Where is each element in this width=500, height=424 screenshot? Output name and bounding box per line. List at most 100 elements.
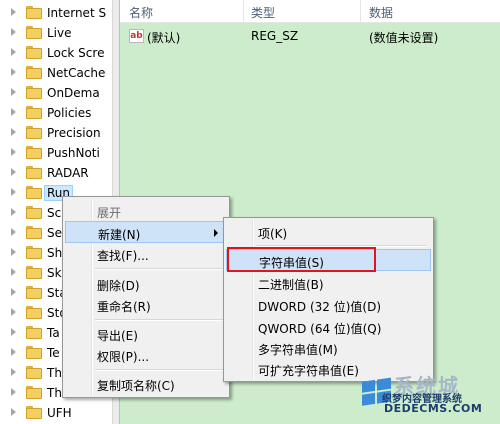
column-header-type[interactable]: 类型 — [251, 4, 275, 21]
tree-item[interactable]: Live — [0, 23, 112, 43]
tree-item-label: NetCache — [47, 66, 106, 80]
folder-icon — [26, 166, 42, 179]
tree-item-label: Th — [47, 386, 62, 400]
expand-arrow-icon[interactable] — [11, 208, 16, 216]
expand-arrow-icon[interactable] — [11, 328, 16, 336]
menu-item-label: 可扩充字符串值(E) — [258, 364, 359, 378]
submenu-item-qword-value[interactable]: QWORD (64 位)值(Q) — [226, 316, 431, 338]
value-data: (数值未设置) — [369, 31, 439, 45]
menu-item-copy-key-name[interactable]: 复制项名称(C) — [65, 373, 227, 395]
tree-item[interactable]: OnDema — [0, 83, 112, 103]
column-divider[interactable] — [243, 0, 244, 22]
tree-item[interactable]: UFH — [0, 403, 112, 423]
menu-item-label: DWORD (32 位)值(D) — [258, 300, 381, 314]
watermark-domain: DEDECMS.COM — [384, 402, 483, 415]
expand-arrow-icon[interactable] — [11, 88, 16, 96]
value-row-default[interactable]: ab (默认) REG_SZ (数值未设置) — [120, 26, 500, 46]
submenu-arrow-icon — [214, 229, 218, 237]
menu-separator — [95, 319, 225, 321]
menu-item-label: 项(K) — [258, 227, 288, 241]
expand-arrow-icon[interactable] — [11, 388, 16, 396]
menu-item-find[interactable]: 查找(F)... — [65, 243, 227, 265]
submenu-item-binary-value[interactable]: 二进制值(B) — [226, 272, 431, 294]
expand-arrow-icon[interactable] — [11, 408, 16, 416]
tree-item-label: Te — [47, 346, 60, 360]
folder-icon — [26, 366, 42, 379]
menu-item-label: 导出(E) — [97, 329, 138, 343]
menu-item-new[interactable]: 新建(N) — [65, 221, 227, 243]
folder-icon — [26, 306, 42, 319]
tree-item-label: Precision — [47, 126, 101, 140]
menu-separator — [95, 369, 225, 371]
value-type: REG_SZ — [251, 29, 299, 43]
expand-arrow-icon[interactable] — [11, 148, 16, 156]
folder-icon — [26, 206, 42, 219]
tree-item[interactable]: RADAR — [0, 163, 112, 183]
column-divider[interactable] — [360, 0, 361, 22]
expand-arrow-icon[interactable] — [11, 8, 16, 16]
tree-item-label: Sk — [47, 266, 62, 280]
tree-item-label: PushNoti — [47, 146, 100, 160]
expand-arrow-icon[interactable] — [11, 268, 16, 276]
column-header-name[interactable]: 名称 — [129, 4, 153, 21]
menu-item-expand[interactable]: 展开 — [65, 200, 227, 222]
menu-item-label: 复制项名称(C) — [97, 379, 175, 393]
tree-item[interactable]: Internet S — [0, 3, 112, 23]
tree-item-label: Live — [47, 26, 72, 40]
folder-icon — [26, 406, 42, 419]
menu-item-label: 二进制值(B) — [258, 278, 324, 292]
expand-arrow-icon[interactable] — [11, 48, 16, 56]
menu-item-delete[interactable]: 删除(D) — [65, 273, 227, 295]
folder-icon — [26, 286, 42, 299]
expand-arrow-icon[interactable] — [11, 128, 16, 136]
value-name: (默认) — [147, 31, 181, 45]
tree-item-label: Sc — [47, 206, 62, 220]
submenu-item-multi-string-value[interactable]: 多字符串值(M) — [226, 337, 431, 359]
tree-item-label: Sh — [47, 246, 63, 260]
context-menu: 展开 新建(N) 查找(F)... 删除(D) 重命名(R) 导出(E) 权限(… — [62, 196, 230, 398]
folder-icon — [26, 186, 42, 199]
column-header-data[interactable]: 数据 — [369, 4, 393, 21]
menu-item-permissions[interactable]: 权限(P)... — [65, 344, 227, 366]
menu-item-export[interactable]: 导出(E) — [65, 323, 227, 345]
tree-item[interactable]: NetCache — [0, 63, 112, 83]
folder-icon — [26, 106, 42, 119]
tree-item[interactable]: Precision — [0, 123, 112, 143]
expand-arrow-icon[interactable] — [11, 28, 16, 36]
tree-item[interactable]: PushNoti — [0, 143, 112, 163]
folder-icon — [26, 126, 42, 139]
folder-icon — [26, 226, 42, 239]
menu-item-label: 删除(D) — [97, 279, 140, 293]
menu-item-rename[interactable]: 重命名(R) — [65, 294, 227, 316]
expand-arrow-icon[interactable] — [11, 308, 16, 316]
folder-icon — [26, 46, 42, 59]
expand-arrow-icon[interactable] — [11, 168, 16, 176]
menu-separator — [95, 268, 225, 270]
expand-arrow-icon[interactable] — [11, 188, 16, 196]
expand-arrow-icon[interactable] — [11, 228, 16, 236]
tree-item-label: RADAR — [47, 166, 89, 180]
submenu-item-dword-value[interactable]: DWORD (32 位)值(D) — [226, 294, 431, 316]
menu-item-label: 多字符串值(M) — [258, 343, 338, 357]
expand-arrow-icon[interactable] — [11, 288, 16, 296]
folder-icon — [26, 66, 42, 79]
folder-icon — [26, 326, 42, 339]
watermark: 系统城 织梦内容管理系统 DEDECMS.COM — [360, 368, 500, 424]
menu-item-label: 查找(F)... — [97, 249, 149, 263]
expand-arrow-icon[interactable] — [11, 68, 16, 76]
highlight-annotation-box — [227, 247, 376, 272]
folder-icon — [26, 246, 42, 259]
new-submenu: 项(K) 字符串值(S) 二进制值(B) DWORD (32 位)值(D) QW… — [223, 217, 434, 382]
folder-icon — [26, 346, 42, 359]
folder-icon — [26, 6, 42, 19]
tree-item[interactable]: Lock Scre — [0, 43, 112, 63]
list-header: 名称 类型 数据 — [120, 0, 500, 23]
expand-arrow-icon[interactable] — [11, 248, 16, 256]
submenu-item-key[interactable]: 项(K) — [226, 221, 431, 243]
tree-item-label: UFH — [47, 406, 72, 420]
expand-arrow-icon[interactable] — [11, 108, 16, 116]
tree-item[interactable]: Policies — [0, 103, 112, 123]
expand-arrow-icon[interactable] — [11, 368, 16, 376]
expand-arrow-icon[interactable] — [11, 348, 16, 356]
folder-icon — [26, 26, 42, 39]
